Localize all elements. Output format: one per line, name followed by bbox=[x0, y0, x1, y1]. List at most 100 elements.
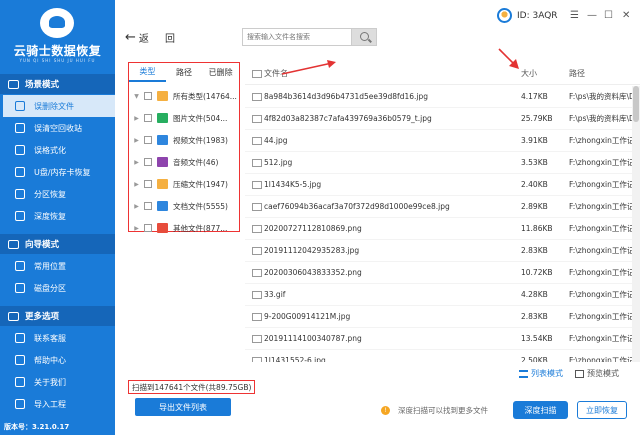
nav-about-us[interactable]: 关于我们 bbox=[0, 371, 115, 393]
arrow-left-icon: ← bbox=[125, 30, 136, 45]
checkbox[interactable] bbox=[144, 180, 152, 188]
close-button[interactable]: ✕ bbox=[622, 10, 630, 21]
row-checkbox[interactable] bbox=[252, 180, 262, 189]
nav-recycle-bin[interactable]: 误清空回收站 bbox=[0, 117, 115, 139]
file-size: 2.50KB bbox=[521, 356, 548, 362]
nav-deep-recovery[interactable]: 深度恢复 bbox=[0, 205, 115, 227]
category-images[interactable]: ▶ 图片文件(504... bbox=[129, 107, 239, 129]
collapsed-triangle-icon[interactable]: ▶ bbox=[132, 225, 141, 232]
deep-scan-button[interactable]: 深度扫描 bbox=[513, 401, 568, 419]
back-button[interactable]: ← 返 bbox=[125, 30, 149, 45]
expanded-triangle-icon[interactable]: ▼ bbox=[132, 93, 141, 100]
nav-help-center[interactable]: 帮助中心 bbox=[0, 349, 115, 371]
export-list-button[interactable]: 导出文件列表 bbox=[135, 398, 231, 416]
tab-type[interactable]: 类型 bbox=[129, 66, 166, 82]
file-name: 20191112042935283.jpg bbox=[264, 246, 360, 255]
table-row[interactable]: 20200727112810869.png 11.86KB F:\zhongxin工… bbox=[245, 218, 640, 240]
row-checkbox[interactable] bbox=[252, 334, 262, 343]
collapsed-triangle-icon[interactable]: ▶ bbox=[132, 137, 141, 144]
tab-deleted[interactable]: 已删除 bbox=[202, 67, 239, 81]
row-checkbox[interactable] bbox=[252, 246, 262, 255]
section-more-options: 更多选项 bbox=[0, 306, 115, 326]
category-other[interactable]: ▶ 其他文件(877... bbox=[129, 217, 239, 239]
tab-path[interactable]: 路径 bbox=[166, 67, 203, 81]
category-archives[interactable]: ▶ 压缩文件(1947) bbox=[129, 173, 239, 195]
category-videos[interactable]: ▶ 视频文件(1983) bbox=[129, 129, 239, 151]
table-row[interactable]: 20191114100340787.png 13.54KB F:\zhongxin工… bbox=[245, 328, 640, 350]
nav-deleted-files[interactable]: 误删除文件 bbox=[0, 95, 115, 117]
checkbox[interactable] bbox=[144, 202, 152, 210]
file-size: 2.40KB bbox=[521, 180, 548, 189]
image-icon bbox=[157, 113, 168, 123]
nav-common-locations[interactable]: 常用位置 bbox=[0, 255, 115, 277]
row-checkbox[interactable] bbox=[252, 92, 262, 101]
vertical-scrollbar[interactable] bbox=[632, 86, 640, 362]
table-row[interactable]: 512.jpg 3.53KB F:\zhongxin工作记 bbox=[245, 152, 640, 174]
file-name: 20200727112810869.png bbox=[264, 224, 362, 233]
user-id[interactable]: ID: 3AQR bbox=[497, 8, 558, 23]
row-checkbox[interactable] bbox=[252, 114, 262, 123]
scrollbar-thumb[interactable] bbox=[633, 86, 639, 122]
checkbox[interactable] bbox=[144, 224, 152, 232]
row-checkbox[interactable] bbox=[252, 158, 262, 167]
version-label: 版本号：3.21.0.17 bbox=[4, 423, 70, 431]
table-row[interactable]: 9-200G00914121M.jpg 2.83KB F:\zhongxin工作记 bbox=[245, 306, 640, 328]
collapsed-triangle-icon[interactable]: ▶ bbox=[132, 115, 141, 122]
category-tabs: 类型 路径 已删除 bbox=[129, 63, 239, 85]
row-checkbox[interactable] bbox=[252, 290, 262, 299]
maximize-button[interactable]: ☐ bbox=[604, 10, 613, 21]
table-row[interactable]: caef76094b36acaf3a70f372d98d1000e99ce8.j… bbox=[245, 196, 640, 218]
select-all-checkbox[interactable] bbox=[252, 69, 262, 78]
file-size: 3.91KB bbox=[521, 136, 548, 145]
file-name: 20191114100340787.png bbox=[264, 334, 362, 343]
category-audio[interactable]: ▶ 音频文件(46) bbox=[129, 151, 239, 173]
category-all[interactable]: ▼ 所有类型(14764... bbox=[129, 85, 239, 107]
table-row[interactable]: 44.jpg 3.91KB F:\zhongxin工作记 bbox=[245, 130, 640, 152]
table-row[interactable]: 1l1431552-6.jpg 2.50KB F:\zhongxin工作记 bbox=[245, 350, 640, 362]
file-name: 9-200G00914121M.jpg bbox=[264, 312, 351, 321]
collapsed-triangle-icon[interactable]: ▶ bbox=[132, 203, 141, 210]
nav-import-project[interactable]: 导入工程 bbox=[0, 393, 115, 415]
row-checkbox[interactable] bbox=[252, 202, 262, 211]
search-button[interactable] bbox=[351, 28, 377, 46]
preview-mode-toggle[interactable]: 预览模式 bbox=[575, 368, 619, 379]
collapsed-triangle-icon[interactable]: ▶ bbox=[132, 159, 141, 166]
nav-contact-service[interactable]: 联系客服 bbox=[0, 327, 115, 349]
collapsed-triangle-icon[interactable]: ▶ bbox=[132, 181, 141, 188]
archive-icon bbox=[157, 179, 168, 189]
row-checkbox[interactable] bbox=[252, 356, 262, 362]
minimize-button[interactable]: — bbox=[587, 10, 597, 21]
nav-disk-partition[interactable]: 磁盘分区 bbox=[0, 277, 115, 299]
row-checkbox[interactable] bbox=[252, 224, 262, 233]
checkbox[interactable] bbox=[144, 92, 152, 100]
recover-now-button[interactable]: 立即恢复 bbox=[577, 401, 627, 419]
table-row[interactable]: 20200306043833352.png 10.72KB F:\zhongxin工… bbox=[245, 262, 640, 284]
list-mode-toggle[interactable]: 列表模式 bbox=[519, 368, 563, 379]
file-name: 8a984b3614d3d96b4731d5ee39d8fd16.jpg bbox=[264, 92, 428, 101]
deep-scan-tip: ! 深度扫描可以找到更多文件 bbox=[381, 405, 488, 416]
table-row[interactable]: 1l1434K5-5.jpg 2.40KB F:\zhongxin工作记 bbox=[245, 174, 640, 196]
table-row[interactable]: 4f82d03a82387c7afa439769a36b0579_t.jpg 25… bbox=[245, 108, 640, 130]
file-size: 25.79KB bbox=[521, 114, 553, 123]
nav-format[interactable]: 误格式化 bbox=[0, 139, 115, 161]
recycle-bin-icon bbox=[15, 123, 25, 133]
row-checkbox[interactable] bbox=[252, 268, 262, 277]
file-path: F:\zhongxin工作记 bbox=[569, 268, 635, 277]
menu-icon[interactable]: ☰ bbox=[570, 10, 579, 21]
table-row[interactable]: 8a984b3614d3d96b4731d5ee39d8fd16.jpg 4.17… bbox=[245, 86, 640, 108]
app-title: 云骑士数据恢复 bbox=[13, 44, 102, 58]
nav-partition-recovery[interactable]: 分区恢复 bbox=[0, 183, 115, 205]
checkbox[interactable] bbox=[144, 158, 152, 166]
category-documents[interactable]: ▶ 文档文件(5555) bbox=[129, 195, 239, 217]
table-row[interactable]: 33.gif 4.28KB F:\zhongxin工作记 bbox=[245, 284, 640, 306]
table-row[interactable]: 20191112042935283.jpg 2.83KB F:\zhongxin工作… bbox=[245, 240, 640, 262]
video-icon bbox=[157, 135, 168, 145]
row-checkbox[interactable] bbox=[252, 136, 262, 145]
column-path[interactable]: 路径 bbox=[569, 68, 585, 79]
checkbox[interactable] bbox=[144, 136, 152, 144]
checkbox[interactable] bbox=[144, 114, 152, 122]
nav-usb-card[interactable]: U盘/内存卡恢复 bbox=[0, 161, 115, 183]
row-checkbox[interactable] bbox=[252, 312, 262, 321]
refresh-button[interactable]: 回 bbox=[165, 30, 175, 45]
menu-icon bbox=[8, 311, 19, 321]
